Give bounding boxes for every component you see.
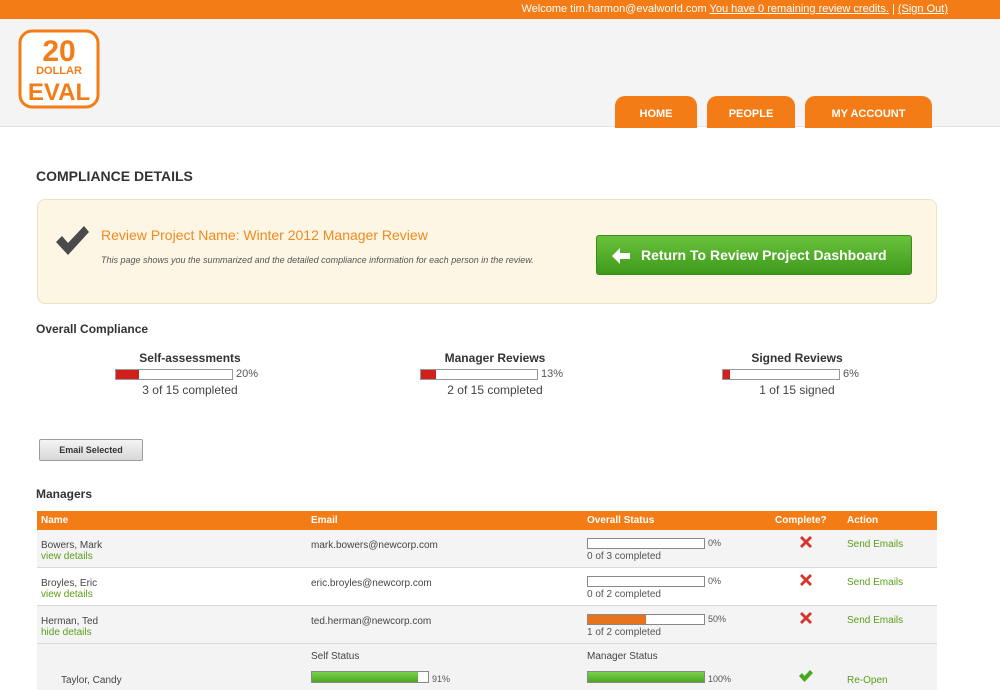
header-overall-status[interactable]: Overall Status [587,515,654,526]
x-icon [800,536,812,548]
overall-compliance-title: Overall Compliance [36,322,149,336]
header: 20 DOLLAR EVAL HOME PEOPLE MY ACCOUNT [0,19,1000,128]
project-name: Review Project Name: Winter 2012 Manager… [101,227,428,243]
summary-label: 3 of 15 completed [142,383,238,397]
detail-row: Self Status Manager Status Taylor, Candy… [37,644,937,690]
welcome-text: Welcome tim.harmon@evalworld.com [521,3,707,15]
welcome-line: Welcome tim.harmon@evalworld.com You hav… [521,3,948,15]
progress-bar [420,369,538,380]
employee-name: Taylor, Candy [61,675,122,686]
checkmark-icon [56,226,89,255]
status-summary: 0 of 2 completed [587,589,661,600]
status-percent: 0% [708,576,722,586]
status-progress-bar [587,576,705,587]
manager-email: ted.herman@newcorp.com [311,616,432,627]
header-action: Action [847,515,879,526]
credits-link[interactable]: You have 0 remaining review credits. [710,3,889,15]
progress-fill [116,370,140,379]
status-percent: 50% [708,614,727,624]
summary-label: 1 of 15 signed [759,383,835,397]
manager-status-label: Manager Status [587,651,658,662]
send-emails-link[interactable]: Send Emails [847,615,903,626]
send-emails-link[interactable]: Send Emails [847,577,903,588]
status-progress-bar [587,614,705,625]
table-row: Herman, Ted hide details ted.herman@newc… [37,606,937,644]
manager-name: Herman, Ted [41,616,99,627]
progress-fill [588,615,646,624]
project-description: This page shows you the summarized and t… [101,255,534,265]
email-selected-button[interactable]: Email Selected [39,439,143,461]
separator: | [891,3,895,15]
manager-progress-bar [587,671,705,683]
nav-tab-my-account[interactable]: MY ACCOUNT [805,96,932,128]
status-summary: 1 of 2 completed [587,627,661,638]
progress-fill [312,672,418,682]
project-info-box: Review Project Name: Winter 2012 Manager… [37,199,937,304]
self-progress-bar [311,671,429,683]
header-complete[interactable]: Complete? [775,515,827,526]
x-icon [800,574,812,586]
manager-email: mark.bowers@newcorp.com [311,540,438,551]
nav-tab-people[interactable]: PEOPLE [707,96,795,128]
x-icon [800,612,812,624]
header-email[interactable]: Email [311,515,338,526]
nav-tab-home[interactable]: HOME [615,96,697,128]
status-summary: 0 of 3 completed [587,551,661,562]
top-bar: Welcome tim.harmon@evalworld.com You hav… [0,0,1000,19]
progress-bar [115,369,233,380]
table-header: Name Email Overall Status Complete? Acti… [37,511,937,530]
table-row: Bowers, Mark view details mark.bowers@ne… [37,530,937,568]
send-emails-link[interactable]: Send Emails [847,539,903,550]
logo-number: 20 [42,35,75,68]
re-open-link[interactable]: Re-Open [847,675,888,686]
progress-fill [588,672,704,682]
progress-fill [421,370,437,379]
manager-name: Bowers, Mark [41,540,103,551]
return-button-label: Return To Review Project Dashboard [641,247,887,263]
stat-title: Self-assessments [139,351,241,365]
check-icon [799,670,813,682]
progress-fill [723,370,730,379]
manager-name: Broyles, Eric [41,578,98,589]
hide-details-link[interactable]: hide details [41,627,92,638]
percent-label: 13% [541,368,564,380]
self-status-label: Self Status [311,651,360,662]
manager-email: eric.broyles@newcorp.com [311,578,432,589]
percent-label: 6% [843,368,859,380]
logo-eval: EVAL [28,79,90,106]
summary-label: 2 of 15 completed [447,383,543,397]
stat-title: Manager Reviews [444,351,546,365]
manager-percent: 100% [708,674,732,684]
progress-bar [722,369,840,380]
header-name[interactable]: Name [41,515,68,526]
percent-label: 20% [236,368,259,380]
page-title: COMPLIANCE DETAILS [36,168,193,184]
self-percent: 91% [432,674,451,684]
table-row: Broyles, Eric view details eric.broyles@… [37,568,937,606]
logo-dollar: DOLLAR [36,65,82,77]
arrow-left-icon [612,248,630,264]
view-details-link[interactable]: view details [41,589,93,600]
view-details-link[interactable]: view details [41,551,93,562]
managers-title: Managers [36,487,93,501]
status-percent: 0% [708,538,722,548]
logo[interactable]: 20 DOLLAR EVAL [18,29,100,109]
stat-title: Signed Reviews [751,351,843,365]
status-progress-bar [587,538,705,549]
sign-out-link[interactable]: (Sign Out) [898,3,948,15]
return-to-dashboard-button[interactable]: Return To Review Project Dashboard [596,235,912,275]
